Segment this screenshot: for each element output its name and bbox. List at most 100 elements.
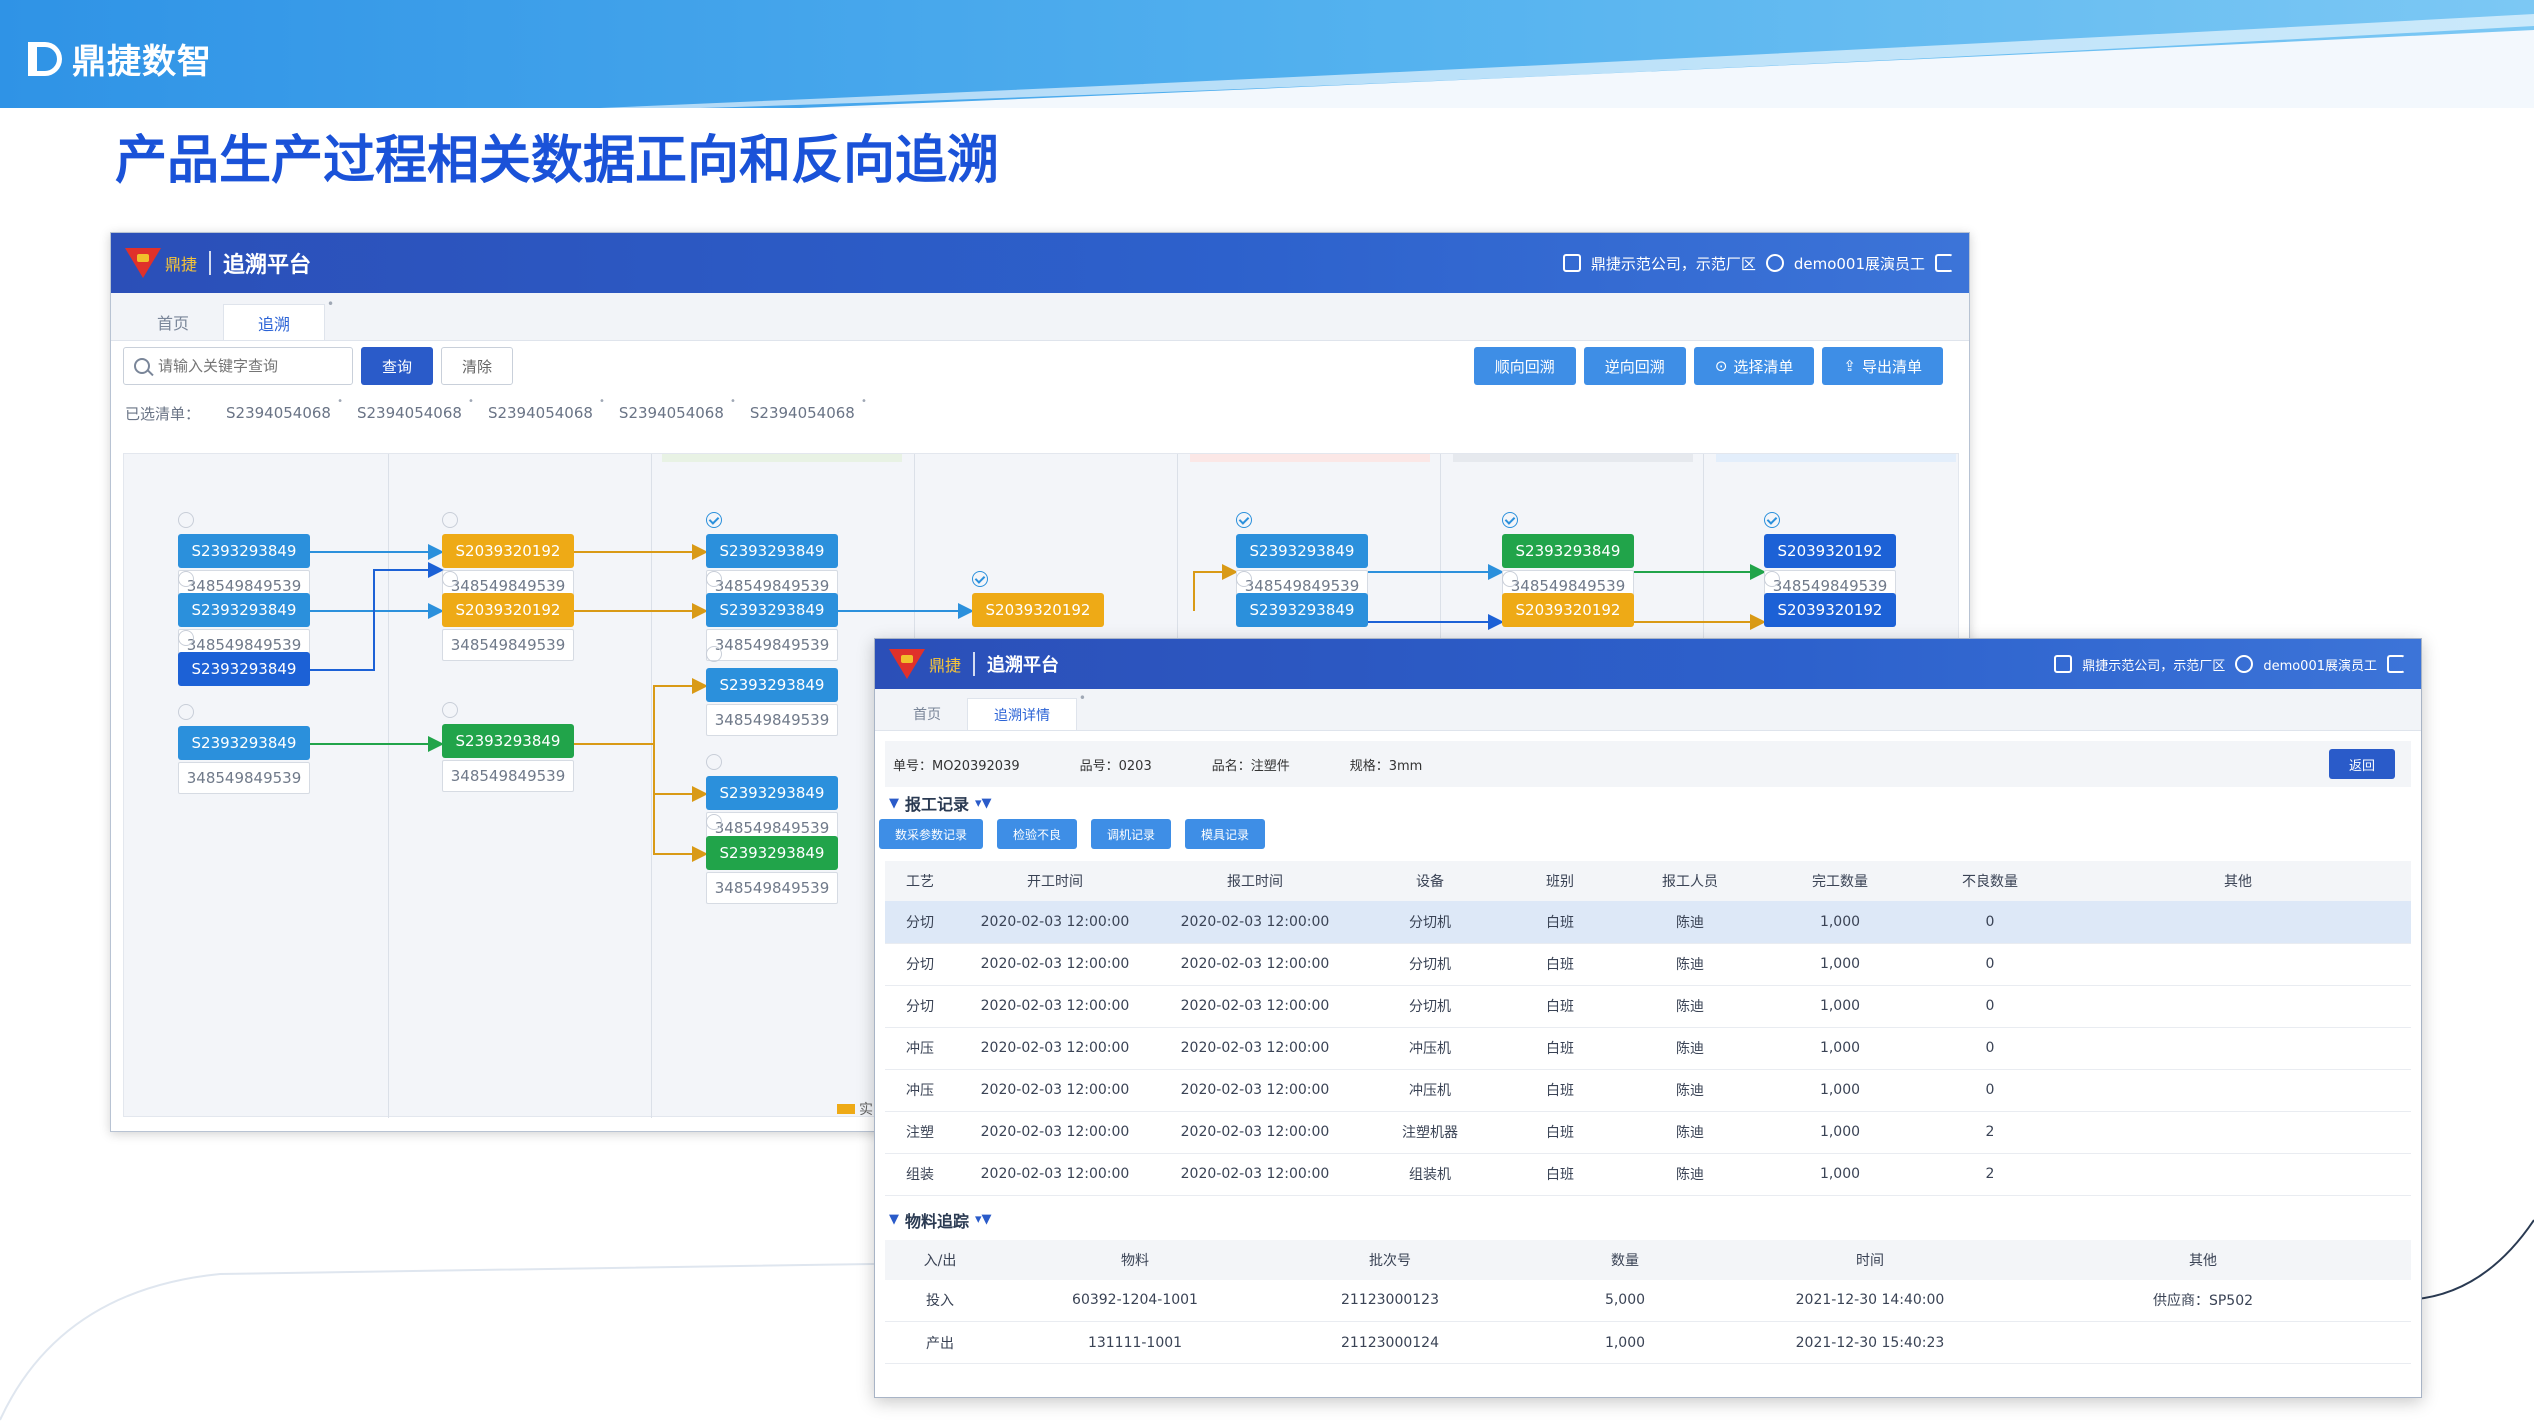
search-box[interactable] xyxy=(123,347,353,385)
node-check-icon[interactable] xyxy=(706,571,722,587)
search-input[interactable] xyxy=(158,357,328,375)
tab-trace-detail[interactable]: 追溯详情 • xyxy=(967,691,1086,730)
backward-trace-button[interactable]: 逆向回溯 xyxy=(1583,347,1686,385)
selected-item[interactable]: S2394054068 xyxy=(750,396,867,422)
selected-item[interactable]: S2394054068 xyxy=(226,396,343,422)
node-sub: 348549849539 xyxy=(442,629,574,661)
trace-node[interactable]: S2393293849 348549849539 xyxy=(178,704,310,798)
selected-item[interactable]: S2394054068 xyxy=(488,396,605,422)
mold-record-button[interactable]: 模具记录 xyxy=(1185,819,1266,849)
search-icon xyxy=(134,358,150,374)
tab-trace[interactable]: 追溯 • xyxy=(223,297,334,340)
clear-button[interactable]: 清除 xyxy=(441,347,514,385)
collapse-icon[interactable]: ▼ xyxy=(889,1212,899,1227)
forward-trace-button[interactable]: 顺向回溯 xyxy=(1473,347,1576,385)
table-row[interactable]: 组装 2020-02-03 12:00:00 2020-02-03 12:00:… xyxy=(885,1153,2411,1196)
trace-node[interactable]: S2393293849 xyxy=(178,630,310,724)
column-header: 批次号 xyxy=(1275,1239,1505,1280)
node-sub: 348549849539 xyxy=(706,872,838,904)
company-name[interactable]: 鼎捷示范公司，示范厂区 xyxy=(2082,655,2225,674)
node-check-icon[interactable] xyxy=(178,630,194,646)
user-name[interactable]: demo001展演员工 xyxy=(2263,655,2377,674)
node-check-icon[interactable] xyxy=(706,754,722,770)
logout-icon[interactable] xyxy=(2387,655,2405,673)
node-check-icon[interactable] xyxy=(1764,571,1780,587)
table-row[interactable]: 注塑 2020-02-03 12:00:00 2020-02-03 12:00:… xyxy=(885,1111,2411,1154)
app-logo-icon xyxy=(125,246,161,280)
table-cell: 1,000 xyxy=(1765,1069,1915,1112)
trace-node[interactable]: S2039320192 348549849539 xyxy=(442,571,574,665)
node-check-icon[interactable] xyxy=(972,571,988,587)
tab-close-icon[interactable]: • xyxy=(327,297,334,311)
collapse-icon[interactable]: ▼ xyxy=(889,796,899,811)
node-code: S2393293849 xyxy=(442,724,574,758)
column-header: 时间 xyxy=(1745,1239,1995,1280)
node-check-icon[interactable] xyxy=(178,571,194,587)
filter-icon[interactable]: ▾▼ xyxy=(975,1212,992,1227)
app-logo-text: 鼎捷 xyxy=(165,255,198,274)
node-code: S2039320192 xyxy=(1764,534,1896,568)
building-icon xyxy=(1562,254,1581,272)
node-check-icon[interactable] xyxy=(1236,512,1252,528)
selected-item[interactable]: S2394054068 xyxy=(619,396,736,422)
node-check-icon[interactable] xyxy=(706,814,722,830)
table-row[interactable]: 产出 131111-1001 21123000124 1,000 2021-12… xyxy=(885,1321,2411,1364)
table-cell: 2020-02-03 12:00:00 xyxy=(1155,1153,1355,1196)
node-code: S2393293849 xyxy=(1236,593,1368,627)
decorative-curve xyxy=(0,1261,1000,1421)
table-cell xyxy=(2065,901,2411,944)
table-cell: 冲压 xyxy=(885,1069,955,1112)
query-button[interactable]: 查询 xyxy=(361,347,434,385)
trace-node[interactable]: S2393293849 348549849539 xyxy=(706,646,838,740)
user-name[interactable]: demo001展演员工 xyxy=(1794,253,1925,274)
node-check-icon[interactable] xyxy=(1502,512,1518,528)
node-check-icon[interactable] xyxy=(178,512,194,528)
trace-node[interactable]: S2393293849 348549849539 xyxy=(706,571,838,665)
trace-node[interactable]: S2393293849 348549849539 xyxy=(442,702,574,796)
tuning-record-button[interactable]: 调机记录 xyxy=(1091,819,1172,849)
table-row[interactable]: 冲压 2020-02-03 12:00:00 2020-02-03 12:00:… xyxy=(885,1027,2411,1070)
select-list-label: 选择清单 xyxy=(1733,357,1794,376)
table-cell: 分切 xyxy=(885,943,955,986)
table-cell: 2020-02-03 12:00:00 xyxy=(955,1069,1155,1112)
table-row[interactable]: 分切 2020-02-03 12:00:00 2020-02-03 12:00:… xyxy=(885,943,2411,986)
report-section-title[interactable]: ▼ 报工记录 ▾▼ xyxy=(875,787,2421,819)
company-name[interactable]: 鼎捷示范公司，示范厂区 xyxy=(1591,253,1756,274)
node-check-icon[interactable] xyxy=(706,646,722,662)
inspection-defect-button[interactable]: 检验不良 xyxy=(997,819,1078,849)
node-check-icon[interactable] xyxy=(1236,571,1252,587)
node-check-icon[interactable] xyxy=(706,512,722,528)
node-check-icon[interactable] xyxy=(1764,512,1780,528)
node-check-icon[interactable] xyxy=(442,702,458,718)
node-code: S2039320192 xyxy=(442,534,574,568)
node-check-icon[interactable] xyxy=(442,512,458,528)
topbar-user-info: 鼎捷示范公司，示范厂区 demo001展演员工 xyxy=(2054,639,2405,689)
back-button[interactable]: 返回 xyxy=(2328,749,2395,779)
column-header: 完工数量 xyxy=(1765,861,1915,901)
logout-icon[interactable] xyxy=(1935,254,1953,272)
filter-icon[interactable]: ▾▼ xyxy=(975,796,992,811)
trace-node[interactable]: S2393293849 348549849539 xyxy=(706,814,838,908)
table-row[interactable]: 投入 60392-1204-1001 21123000123 5,000 202… xyxy=(885,1279,2411,1322)
tab-close-icon[interactable]: • xyxy=(1079,691,1086,705)
selected-item[interactable]: S2394054068 xyxy=(357,396,474,422)
select-list-button[interactable]: ⊙ 选择清单 xyxy=(1693,347,1815,385)
node-check-icon[interactable] xyxy=(178,704,194,720)
table-cell: 2 xyxy=(1915,1111,2065,1154)
tab-home[interactable]: 首页 xyxy=(123,304,223,340)
table-cell: 白班 xyxy=(1505,1111,1615,1154)
node-check-icon[interactable] xyxy=(1502,571,1518,587)
table-cell: 0 xyxy=(1915,1069,2065,1112)
node-check-icon[interactable] xyxy=(442,571,458,587)
connector xyxy=(653,794,708,862)
table-row[interactable]: 分切 2020-02-03 12:00:00 2020-02-03 12:00:… xyxy=(885,901,2411,944)
table-row[interactable]: 分切 2020-02-03 12:00:00 2020-02-03 12:00:… xyxy=(885,985,2411,1028)
table-row[interactable]: 冲压 2020-02-03 12:00:00 2020-02-03 12:00:… xyxy=(885,1069,2411,1112)
tab-home[interactable]: 首页 xyxy=(887,698,967,730)
export-list-button[interactable]: ⇪ 导出清单 xyxy=(1822,347,1943,385)
table-cell xyxy=(1995,1321,2411,1364)
data-param-record-button[interactable]: 数采参数记录 xyxy=(879,819,984,849)
material-section-title[interactable]: ▼ 物料追踪 ▾▼ xyxy=(875,1204,2421,1236)
trace-toolbar: 查询 清除 顺向回溯 逆向回溯 ⊙ 选择清单 ⇪ 导出清单 xyxy=(111,341,1969,391)
table-cell xyxy=(2065,1111,2411,1154)
